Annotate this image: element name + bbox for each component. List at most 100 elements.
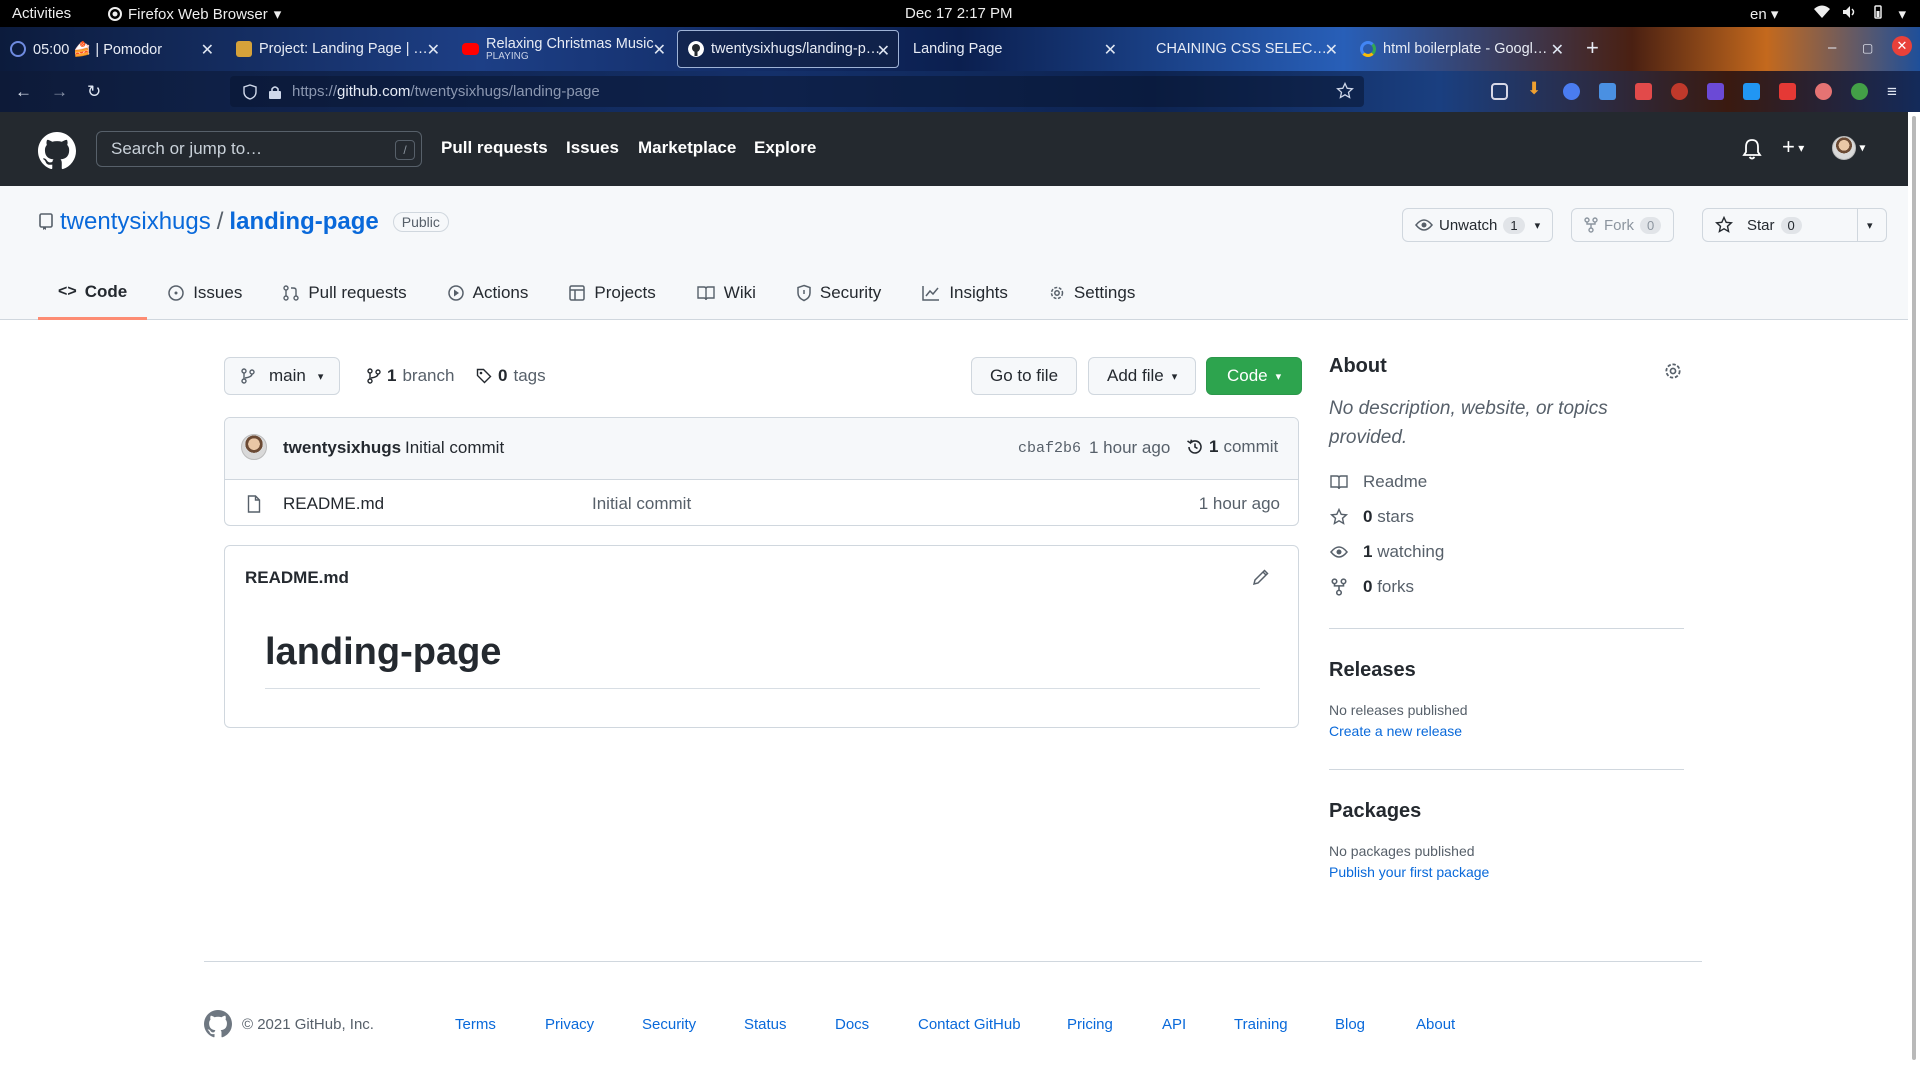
branches-link[interactable]: 1 branch bbox=[367, 366, 454, 386]
table-row[interactable]: README.md Initial commit 1 hour ago bbox=[225, 480, 1298, 525]
extension-purple-icon[interactable] bbox=[1707, 83, 1724, 100]
footer-link-blog[interactable]: Blog bbox=[1335, 1016, 1365, 1033]
star-lists-dropdown[interactable]: ▾ bbox=[1857, 208, 1887, 242]
back-button[interactable]: ← bbox=[15, 82, 32, 102]
close-icon[interactable]: ✕ bbox=[1325, 40, 1338, 60]
bell-icon[interactable] bbox=[1742, 138, 1762, 160]
tags-link[interactable]: 0 tags bbox=[476, 366, 546, 386]
profile-a-icon[interactable] bbox=[1851, 83, 1868, 100]
activities-button[interactable]: Activities bbox=[12, 5, 71, 22]
branch-select-button[interactable]: main ▾ bbox=[224, 357, 341, 395]
releases-heading[interactable]: Releases bbox=[1329, 659, 1684, 682]
commit-sha[interactable]: cbaf2b6 bbox=[1018, 440, 1081, 457]
github-logo-icon[interactable] bbox=[38, 132, 76, 170]
scrollbar-thumb[interactable] bbox=[1912, 116, 1916, 1060]
clock[interactable]: Dec 17 2:17 PM bbox=[905, 5, 1013, 22]
close-icon[interactable]: ✕ bbox=[1104, 40, 1117, 60]
file-commit-message[interactable]: Initial commit bbox=[592, 494, 691, 514]
hamburger-menu-icon[interactable]: ≡ bbox=[1887, 82, 1897, 102]
nav-marketplace[interactable]: Marketplace bbox=[638, 138, 736, 158]
tab-projects[interactable]: Projects bbox=[548, 266, 675, 320]
close-icon[interactable]: ✕ bbox=[877, 41, 890, 61]
commit-author[interactable]: twentysixhugs bbox=[283, 438, 401, 458]
footer-link-privacy[interactable]: Privacy bbox=[545, 1016, 594, 1033]
browser-tab-landing-page[interactable]: Landing Page ✕ bbox=[903, 30, 1125, 68]
browser-tab-google[interactable]: html boilerplate - Google Search ✕ bbox=[1350, 30, 1572, 68]
extension-circle-icon[interactable] bbox=[1815, 83, 1832, 100]
pocket-icon[interactable] bbox=[1491, 83, 1508, 100]
user-menu[interactable]: ▾ bbox=[1832, 136, 1865, 160]
tab-actions[interactable]: Actions bbox=[427, 266, 549, 320]
code-dropdown-button[interactable]: Code ▾ bbox=[1206, 357, 1303, 395]
tab-pull-requests[interactable]: Pull requests bbox=[262, 266, 426, 320]
go-to-file-button[interactable]: Go to file bbox=[971, 357, 1078, 395]
close-icon[interactable]: ✕ bbox=[653, 40, 666, 60]
close-icon[interactable]: ✕ bbox=[201, 40, 214, 60]
packages-heading[interactable]: Packages bbox=[1329, 800, 1684, 823]
pencil-icon[interactable] bbox=[1252, 568, 1270, 586]
footer-link-about[interactable]: About bbox=[1416, 1016, 1455, 1033]
window-close-button[interactable]: ✕ bbox=[1892, 36, 1912, 56]
language-indicator[interactable]: en ▾ bbox=[1750, 5, 1778, 23]
system-tray[interactable]: ▾ bbox=[1814, 5, 1906, 23]
footer-link-terms[interactable]: Terms bbox=[455, 1016, 496, 1033]
footer-link-api[interactable]: API bbox=[1162, 1016, 1186, 1033]
avatar[interactable] bbox=[241, 434, 267, 460]
repo-owner-link[interactable]: twentysixhugs bbox=[60, 208, 211, 236]
create-new-menu[interactable]: + ▾ bbox=[1782, 134, 1804, 160]
browser-tab-youtube[interactable]: Relaxing Christmas Music PLAYING ✕ bbox=[452, 30, 674, 68]
browser-tab-github[interactable]: twentysixhugs/landing-page ✕ bbox=[677, 30, 899, 68]
footer-link-docs[interactable]: Docs bbox=[835, 1016, 869, 1033]
reload-button[interactable]: ↻ bbox=[87, 82, 101, 102]
close-icon[interactable]: ✕ bbox=[1551, 40, 1564, 60]
footer-link-contact[interactable]: Contact GitHub bbox=[918, 1016, 1021, 1033]
bookmark-star-icon[interactable] bbox=[1336, 82, 1354, 100]
commit-history-link[interactable]: 1 commit bbox=[1186, 437, 1278, 457]
maximize-button[interactable]: ▢ bbox=[1862, 41, 1873, 55]
tab-security[interactable]: Security bbox=[776, 266, 901, 320]
browser-tab-css-selectors[interactable]: CHAINING CSS SELECTORS ✕ bbox=[1146, 30, 1346, 68]
file-name-link[interactable]: README.md bbox=[283, 494, 384, 514]
forward-button[interactable]: → bbox=[51, 82, 68, 102]
watching-link[interactable]: 1 watching bbox=[1329, 534, 1684, 569]
page-scrollbar[interactable] bbox=[1908, 112, 1920, 1080]
nav-issues[interactable]: Issues bbox=[566, 138, 619, 158]
footer-link-pricing[interactable]: Pricing bbox=[1067, 1016, 1113, 1033]
browser-tab-odin-project[interactable]: Project: Landing Page | The Odin Project… bbox=[226, 30, 448, 68]
footer-link-training[interactable]: Training bbox=[1234, 1016, 1288, 1033]
gear-icon[interactable] bbox=[1663, 361, 1683, 381]
footer-link-status[interactable]: Status bbox=[744, 1016, 787, 1033]
tab-settings[interactable]: Settings bbox=[1028, 266, 1155, 320]
forks-link[interactable]: 0 forks bbox=[1329, 569, 1684, 604]
url-bar[interactable]: https://github.com/twentysixhugs/landing… bbox=[230, 76, 1364, 107]
tab-wiki[interactable]: Wiki bbox=[676, 266, 776, 320]
extension-h-icon[interactable] bbox=[1563, 83, 1580, 100]
stars-link[interactable]: 0 stars bbox=[1329, 499, 1684, 534]
new-tab-button[interactable]: + bbox=[1586, 35, 1599, 61]
unwatch-button[interactable]: Unwatch 1 ▾ bbox=[1402, 208, 1554, 242]
footer-link-security[interactable]: Security bbox=[642, 1016, 696, 1033]
add-file-button[interactable]: Add file ▾ bbox=[1088, 357, 1197, 395]
tab-issues[interactable]: Issues bbox=[147, 266, 262, 320]
minimize-button[interactable]: – bbox=[1828, 39, 1836, 56]
app-menu[interactable]: Firefox Web Browser ▾ bbox=[108, 5, 281, 23]
extension-pen-icon[interactable] bbox=[1779, 83, 1796, 100]
star-button[interactable]: Star 0 bbox=[1702, 208, 1858, 242]
nav-explore[interactable]: Explore bbox=[754, 138, 816, 158]
tab-insights[interactable]: Insights bbox=[901, 266, 1028, 320]
translate-icon[interactable] bbox=[1599, 83, 1616, 100]
repo-name-link[interactable]: landing-page bbox=[229, 208, 378, 236]
fork-button[interactable]: Fork 0 bbox=[1571, 208, 1675, 242]
commit-message[interactable]: Initial commit bbox=[405, 438, 504, 458]
browser-tab-pomodoro[interactable]: 05:00 🍰 | Pomodor ✕ bbox=[0, 30, 222, 68]
publish-package-link[interactable]: Publish your first package bbox=[1329, 864, 1684, 880]
nav-pull-requests[interactable]: Pull requests bbox=[441, 138, 548, 158]
tab-code[interactable]: <> Code bbox=[38, 266, 148, 320]
download-icon[interactable]: ⬇ bbox=[1527, 79, 1544, 98]
create-release-link[interactable]: Create a new release bbox=[1329, 723, 1684, 739]
readme-filename[interactable]: README.md bbox=[245, 568, 349, 588]
readme-link[interactable]: Readme bbox=[1329, 464, 1684, 499]
screenshot-icon[interactable] bbox=[1635, 83, 1652, 100]
extension-s-icon[interactable] bbox=[1743, 83, 1760, 100]
extension-red-icon[interactable] bbox=[1671, 83, 1688, 100]
